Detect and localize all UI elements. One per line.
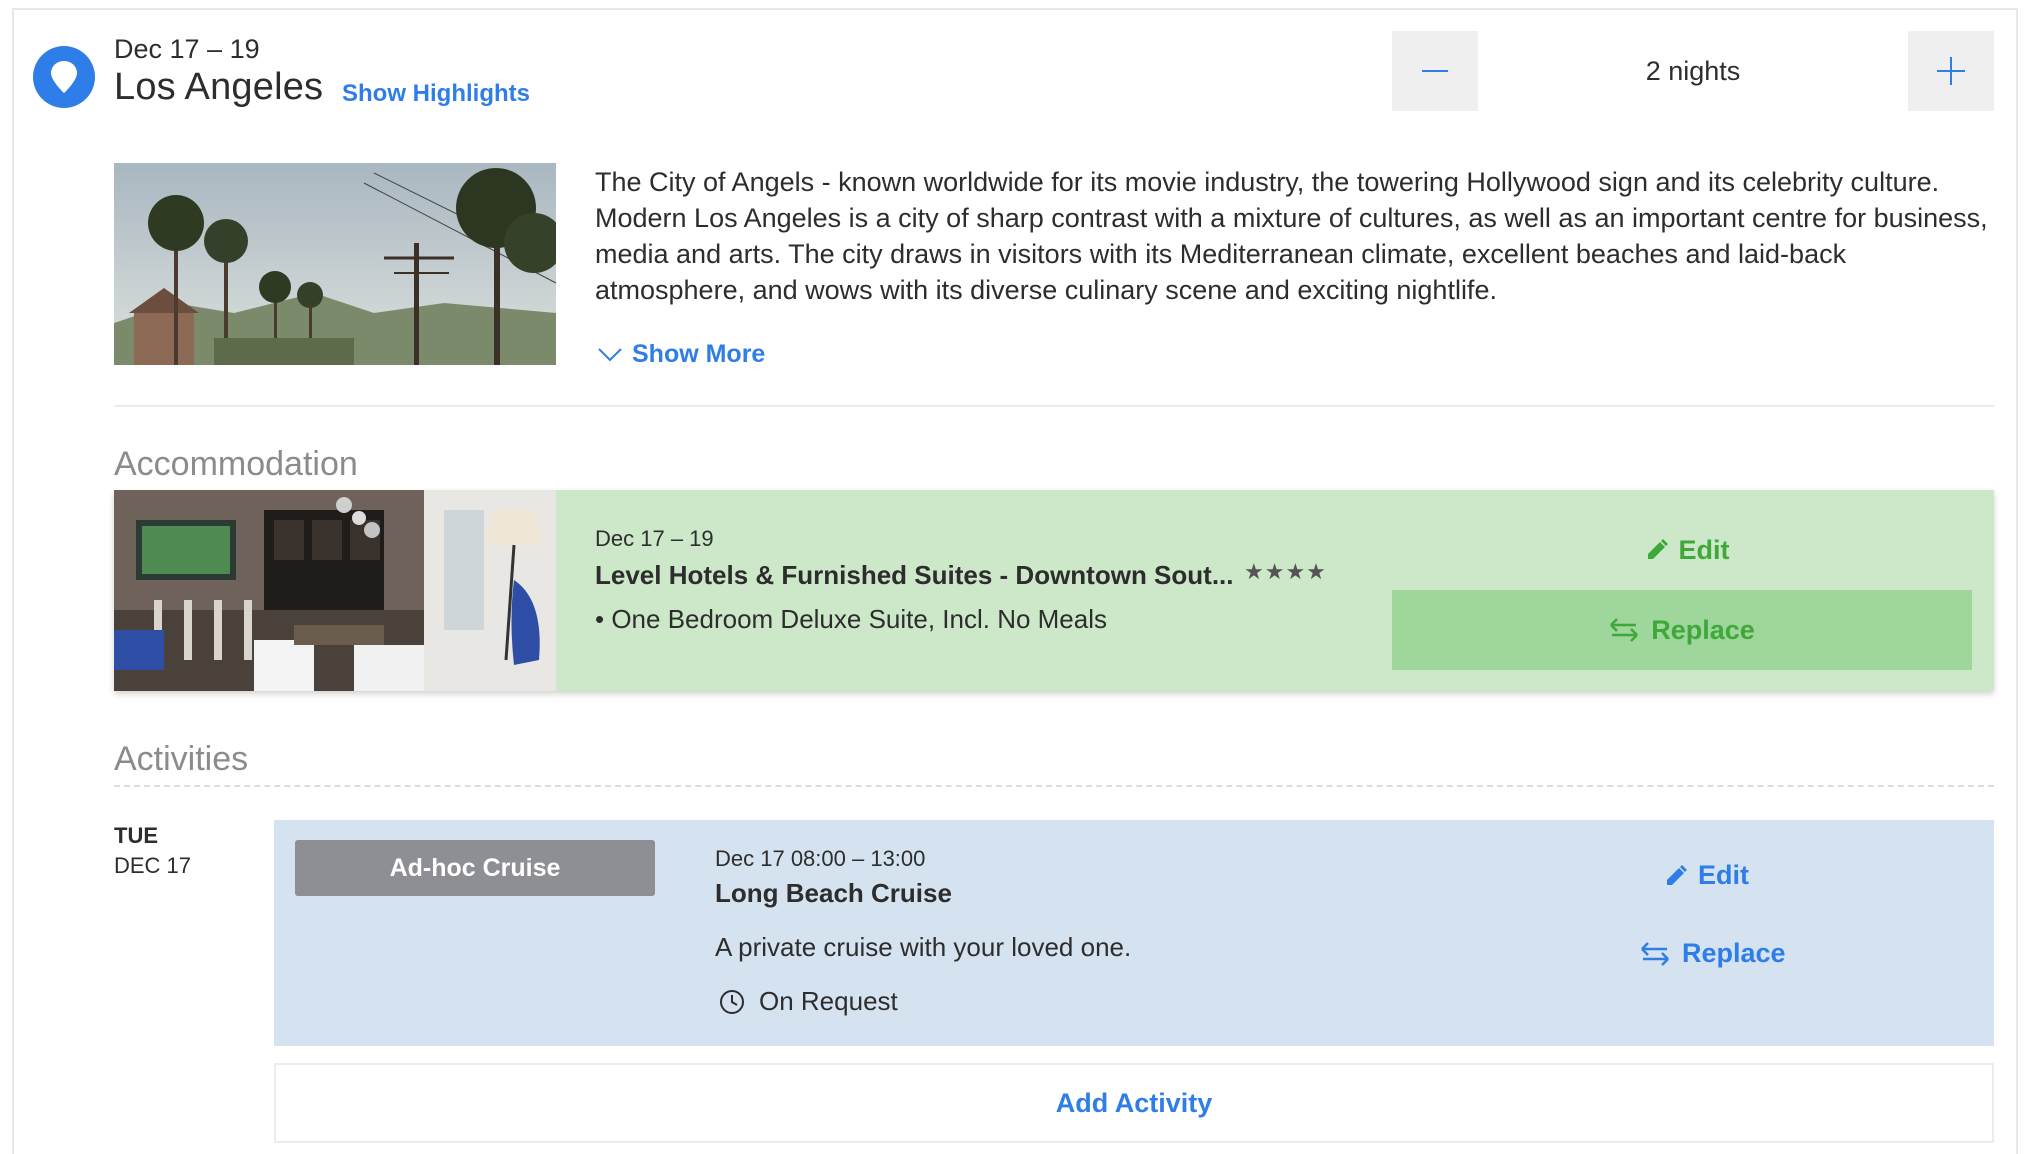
show-highlights-link[interactable]: Show Highlights (342, 80, 530, 108)
pencil-icon (1647, 539, 1668, 559)
accommodation-replace-button[interactable]: Replace (1392, 590, 1972, 670)
accommodation-replace-label: Replace (1651, 614, 1755, 645)
section-divider (114, 405, 1994, 407)
activities-divider (114, 785, 1994, 787)
activity-day: TUE DEC 17 (114, 821, 191, 881)
accommodation-edit-label: Edit (1678, 534, 1730, 565)
activities-heading: Activities (114, 740, 249, 778)
chevron-down-icon (598, 347, 622, 361)
show-more-label: Show More (632, 340, 766, 368)
day-date: DEC 17 (114, 853, 192, 878)
increase-nights-button[interactable] (1908, 31, 1994, 111)
swap-arrows-icon (1641, 941, 1669, 966)
activity-description: A private cruise with your loved one. (715, 932, 1132, 962)
swap-arrows-icon (1610, 618, 1639, 642)
city-photo (114, 163, 556, 365)
activity-type-badge: Ad-hoc Cruise (295, 840, 655, 896)
accommodation-card: Dec 17 – 19 Level Hotels & Furnished Sui… (114, 490, 1994, 691)
nights-value: 2 nights (1478, 31, 1908, 111)
accommodation-heading: Accommodation (114, 445, 358, 483)
activity-status: On Request (719, 986, 898, 1017)
location-pin-icon (33, 46, 95, 108)
activity-name: Long Beach Cruise (715, 878, 952, 908)
activity-time: Dec 17 08:00 – 13:00 (715, 846, 926, 871)
activity-replace-label: Replace (1682, 938, 1786, 968)
nights-stepper: 2 nights (1392, 31, 1994, 111)
activity-edit-label: Edit (1698, 860, 1749, 890)
activity-card: Ad-hoc Cruise Dec 17 08:00 – 13:00 Long … (274, 820, 1994, 1046)
hotel-name: Level Hotels & Furnished Suites - Downto… (595, 560, 1234, 590)
day-of-week: TUE (114, 823, 158, 848)
pencil-icon (1667, 864, 1687, 885)
activity-replace-button[interactable]: Replace (1640, 938, 1786, 969)
destination-dates: Dec 17 – 19 (114, 34, 260, 64)
minus-icon (1422, 70, 1448, 72)
add-activity-button[interactable]: Add Activity (274, 1063, 1994, 1143)
accommodation-edit-button[interactable]: Edit (1392, 532, 1982, 568)
room-type: • One Bedroom Deluxe Suite, Incl. No Mea… (595, 604, 1108, 634)
clock-icon (720, 989, 744, 1014)
hotel-star-rating: ★★★★ (1244, 559, 1327, 584)
show-more-link[interactable]: Show More (598, 340, 765, 369)
decrease-nights-button[interactable] (1392, 31, 1478, 111)
city-title: Los Angeles (114, 66, 324, 108)
plus-icon (1937, 57, 1965, 85)
city-description: The City of Angels - known worldwide for… (595, 167, 1988, 305)
activity-status-label: On Request (759, 986, 898, 1016)
hotel-photo (114, 490, 556, 691)
accommodation-dates: Dec 17 – 19 (595, 526, 714, 551)
activity-edit-button[interactable]: Edit (1664, 860, 1749, 891)
